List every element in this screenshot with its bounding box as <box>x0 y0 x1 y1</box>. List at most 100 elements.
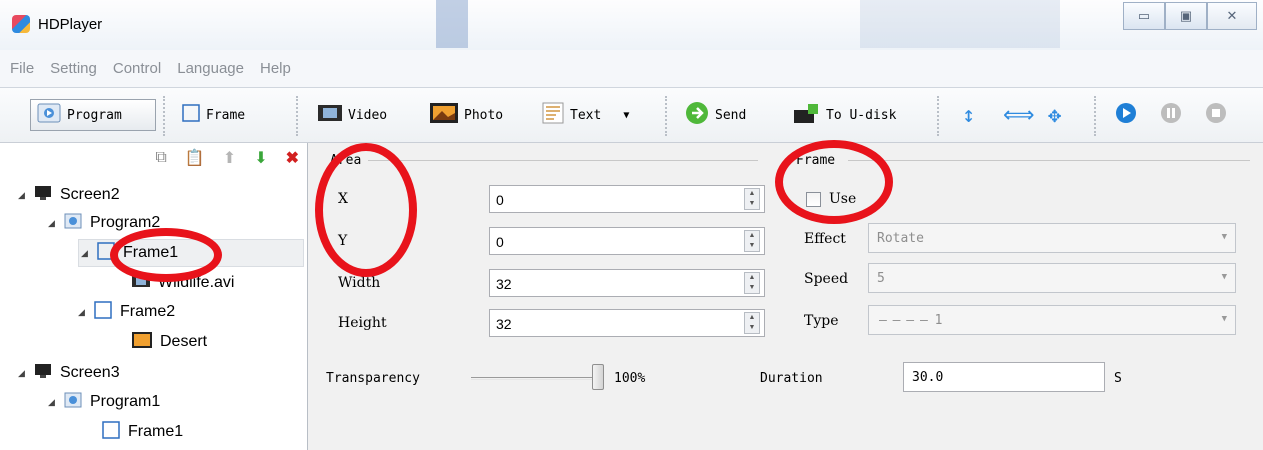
frame-icon <box>102 420 120 444</box>
paste-icon[interactable]: 📋 <box>185 148 205 168</box>
minimize-button[interactable]: ▭ <box>1123 2 1165 30</box>
type-label: Type <box>804 313 839 329</box>
expanded-arrow-icon: ◢ <box>18 189 25 200</box>
x-spinner[interactable]: ▲ ▼ <box>744 188 760 210</box>
film-icon <box>132 274 150 293</box>
width-spinner[interactable]: ▲ ▼ <box>744 272 760 294</box>
copy-icon[interactable]: ⧉ <box>155 149 166 167</box>
photo-label: Photo <box>464 107 504 123</box>
vertical-resize-button[interactable]: ↕ <box>962 100 975 130</box>
group-border <box>368 160 758 161</box>
x-label: X <box>338 191 348 207</box>
text-icon <box>542 102 564 128</box>
chevron-down-icon: ▼ <box>1221 232 1227 242</box>
background-decoration <box>436 0 468 48</box>
text-label: Text <box>570 107 602 123</box>
tree-item-frame1[interactable]: Frame1 <box>102 418 183 446</box>
speed-label: Speed <box>804 271 849 287</box>
height-label: Height <box>338 315 387 331</box>
y-value: 0 <box>496 234 504 250</box>
toolbar-separator <box>937 96 941 136</box>
menu-file[interactable]: File <box>10 60 34 77</box>
x-value: 0 <box>496 192 504 208</box>
expanded-arrow-icon: ◢ <box>48 217 55 228</box>
usb-disk-icon <box>792 102 820 128</box>
transparency-slider-handle[interactable] <box>592 364 604 390</box>
tree-item-wildlife[interactable]: Wildlife.avi <box>132 269 234 297</box>
chevron-down-icon: ▼ <box>1221 272 1227 282</box>
y-spinner[interactable]: ▲ ▼ <box>744 230 760 252</box>
menu-control[interactable]: Control <box>113 60 161 77</box>
frame-icon <box>94 300 112 324</box>
frame-button[interactable]: Frame <box>182 100 245 130</box>
send-button[interactable]: Send <box>685 100 746 130</box>
video-button[interactable]: Video <box>318 100 387 130</box>
use-checkbox[interactable]: Use <box>806 191 856 207</box>
tree-label: Frame2 <box>120 303 176 320</box>
x-input[interactable]: 0 ▲ ▼ <box>489 185 765 213</box>
maximize-button[interactable]: ▣ <box>1165 2 1207 30</box>
move-up-icon[interactable]: ⬆ <box>223 148 236 168</box>
move-down-icon[interactable]: ⬇ <box>254 148 267 168</box>
speed-value: 5 <box>877 271 885 286</box>
close-button[interactable]: ✕ <box>1207 2 1257 30</box>
app-icon <box>12 15 30 33</box>
monitor-icon <box>34 363 52 384</box>
tree-item-program1[interactable]: ◢ Program1 <box>48 388 160 416</box>
expanded-arrow-icon: ◢ <box>18 367 25 378</box>
frame-icon <box>182 104 200 126</box>
delete-icon[interactable]: ✖ <box>286 148 299 168</box>
transparency-slider-track[interactable] <box>471 377 603 380</box>
horizontal-arrows-icon: ⟺ <box>1003 102 1035 128</box>
play-button[interactable] <box>1115 100 1137 130</box>
program-icon <box>37 103 61 127</box>
stop-button[interactable] <box>1205 100 1227 130</box>
menu-help[interactable]: Help <box>260 60 291 77</box>
expanded-arrow-icon: ◢ <box>81 247 88 258</box>
stop-icon <box>1205 102 1227 128</box>
tree-label: Screen2 <box>60 186 120 203</box>
duration-value: 30.0 <box>912 370 944 385</box>
speed-select[interactable]: 5 ▼ <box>868 263 1236 293</box>
tree-label: Frame1 <box>128 423 184 440</box>
duration-unit: S <box>1114 371 1122 386</box>
height-spinner[interactable]: ▲ ▼ <box>744 312 760 334</box>
tree-item-screen2[interactable]: ◢ Screen2 <box>18 181 120 209</box>
tree-toolbar: ⧉ 📋 ⬆ ⬇ ✖ <box>8 143 307 173</box>
tree-label: Program1 <box>90 393 161 410</box>
toolbar-separator <box>296 96 300 136</box>
horizontal-resize-button[interactable]: ⟺ <box>1003 100 1035 130</box>
tree-item-desert[interactable]: Desert <box>132 328 207 356</box>
menu-setting[interactable]: Setting <box>50 60 97 77</box>
frame-label: Frame <box>206 107 246 123</box>
chevron-down-icon: ▼ <box>1221 314 1227 324</box>
send-label: Send <box>715 107 747 123</box>
type-select[interactable]: — — — — 1 ▼ <box>868 305 1236 335</box>
tree-item-frame2[interactable]: ◢ Frame2 <box>78 298 175 326</box>
tree-item-screen3[interactable]: ◢ Screen3 <box>18 359 120 387</box>
text-button[interactable]: Text ▼ <box>542 100 629 130</box>
program-button[interactable]: Program <box>30 99 156 131</box>
photo-button[interactable]: Photo <box>430 100 503 130</box>
maximize-icon: ▣ <box>1179 8 1193 23</box>
menu-language[interactable]: Language <box>177 60 244 77</box>
program-icon <box>64 213 82 234</box>
width-input[interactable]: 32 ▲ ▼ <box>489 269 765 297</box>
move-arrows-icon: ✥ <box>1048 102 1062 128</box>
y-input[interactable]: 0 ▲ ▼ <box>489 227 765 255</box>
move-button[interactable]: ✥ <box>1048 100 1061 130</box>
dropdown-arrow-icon[interactable]: ▼ <box>623 110 629 121</box>
pause-button[interactable] <box>1160 100 1182 130</box>
duration-input[interactable]: 30.0 <box>903 362 1105 392</box>
area-group-title: Area <box>330 153 366 168</box>
tree-label: Wildlife.avi <box>158 274 235 291</box>
vertical-arrows-icon: ↕ <box>962 102 976 128</box>
tree-item-frame1-selected[interactable]: ◢ Frame1 <box>78 239 304 267</box>
duration-label: Duration <box>760 371 823 386</box>
to-udisk-button[interactable]: To U-disk <box>792 100 896 130</box>
tree-item-program2[interactable]: ◢ Program2 <box>48 209 160 237</box>
tree-label: Desert <box>160 333 208 350</box>
height-input[interactable]: 32 ▲ ▼ <box>489 309 765 337</box>
tree-label: Program2 <box>90 214 161 231</box>
effect-select[interactable]: Rotate ▼ <box>868 223 1236 253</box>
